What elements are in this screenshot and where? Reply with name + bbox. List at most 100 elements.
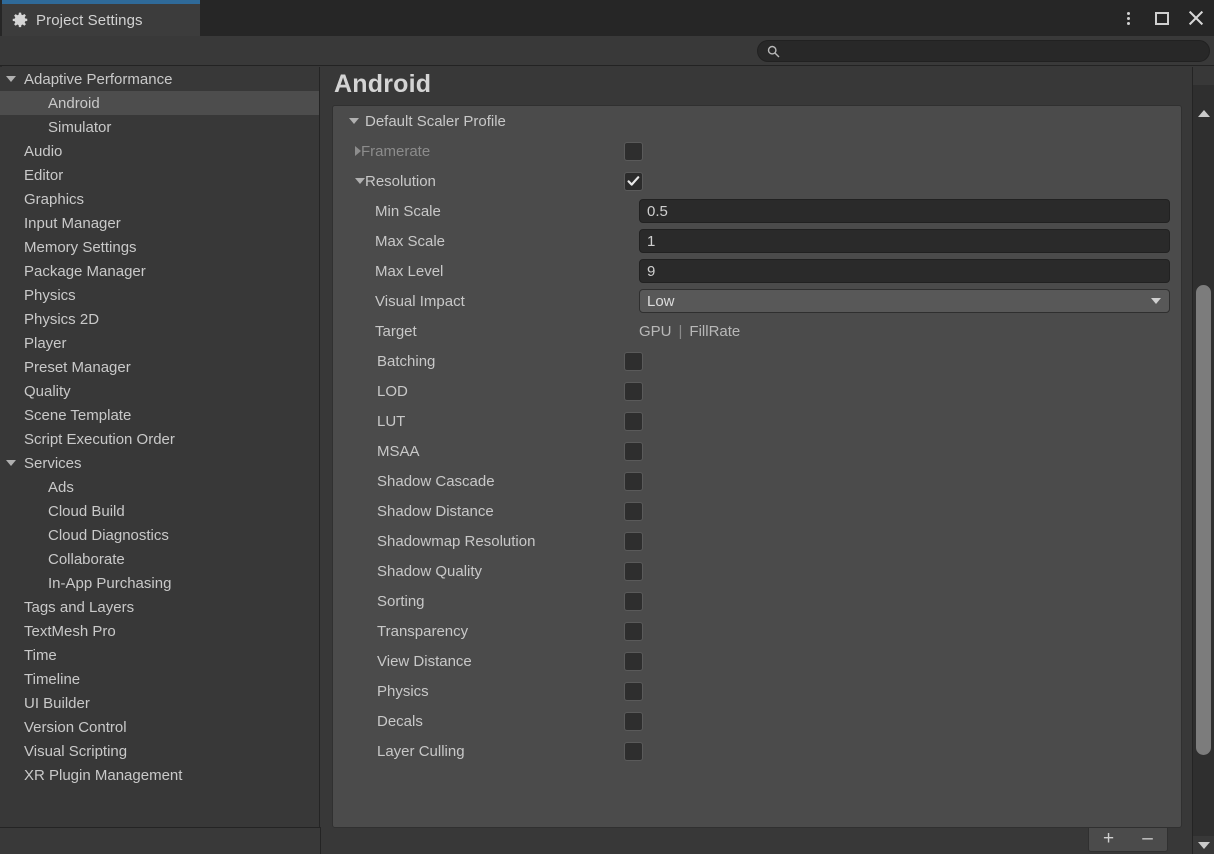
sidebar-item-label: UI Builder	[22, 695, 90, 712]
sidebar-item-collaborate[interactable]: Collaborate	[0, 547, 319, 571]
chevron-down-icon[interactable]	[0, 76, 22, 82]
sidebar-item-physics-2d[interactable]: Physics 2D	[0, 307, 319, 331]
checkbox-cell	[624, 586, 643, 616]
gear-icon	[12, 12, 28, 28]
dropdown-value: Low	[647, 293, 675, 310]
sidebar-item-label: Script Execution Order	[22, 431, 175, 448]
checkbox-cell	[624, 376, 643, 406]
checkbox-shadow-cascade[interactable]	[624, 472, 643, 491]
property-label: Framerate	[361, 143, 430, 160]
sidebar-item-label: Physics 2D	[22, 311, 99, 328]
sidebar-item-quality[interactable]: Quality	[0, 379, 319, 403]
sidebar-item-label: Package Manager	[22, 263, 146, 280]
checkbox-batching[interactable]	[624, 352, 643, 371]
sidebar-item-player[interactable]: Player	[0, 331, 319, 355]
project-settings-window: Project Settings Adaptive PerformanceAnd…	[0, 0, 1214, 854]
property-row-sorting: Sorting	[333, 586, 1181, 616]
sidebar-item-label: Input Manager	[22, 215, 121, 232]
property-row-target: TargetGPU|FillRate	[333, 316, 1181, 346]
checkbox-shadowmap-resolution[interactable]	[624, 532, 643, 551]
checkbox-sorting[interactable]	[624, 592, 643, 611]
sidebar-item-graphics[interactable]: Graphics	[0, 187, 319, 211]
sidebar-item-adaptive-performance[interactable]: Adaptive Performance	[0, 67, 319, 91]
sidebar-item-editor[interactable]: Editor	[0, 163, 319, 187]
settings-tree-sidebar[interactable]: Adaptive PerformanceAndroidSimulatorAudi…	[0, 67, 320, 827]
settings-detail-panel: Android Default Scaler ProfileFramerateR…	[321, 67, 1214, 854]
sidebar-item-label: Player	[22, 335, 67, 352]
sidebar-item-label: Graphics	[22, 191, 84, 208]
remove-button[interactable]: –	[1131, 829, 1165, 851]
sidebar-item-script-execution-order[interactable]: Script Execution Order	[0, 427, 319, 451]
sidebar-item-preset-manager[interactable]: Preset Manager	[0, 355, 319, 379]
input-max-scale[interactable]: 1	[639, 229, 1170, 253]
sidebar-item-memory-settings[interactable]: Memory Settings	[0, 235, 319, 259]
property-row-max-level: Max Level9	[333, 256, 1181, 286]
checkbox-shadow-quality[interactable]	[624, 562, 643, 581]
sidebar-item-label: Cloud Build	[22, 503, 125, 520]
sidebar-item-physics[interactable]: Physics	[0, 283, 319, 307]
property-label: View Distance	[377, 653, 472, 670]
search-input[interactable]	[786, 44, 1186, 58]
sidebar-item-tags-and-layers[interactable]: Tags and Layers	[0, 595, 319, 619]
value-separator: |	[679, 323, 683, 340]
property-row-resolution: Resolution	[333, 166, 1181, 196]
sidebar-item-services[interactable]: Services	[0, 451, 319, 475]
sidebar-item-label: Visual Scripting	[22, 743, 127, 760]
vertical-scrollbar[interactable]	[1192, 67, 1214, 854]
sidebar-item-xr-plugin-management[interactable]: XR Plugin Management	[0, 763, 319, 787]
chevron-down-icon[interactable]	[355, 178, 365, 184]
sidebar-item-scene-template[interactable]: Scene Template	[0, 403, 319, 427]
checkbox-shadow-distance[interactable]	[624, 502, 643, 521]
sidebar-item-android[interactable]: Android	[0, 91, 319, 115]
checkbox-cell	[624, 556, 643, 586]
chevron-down-icon[interactable]	[0, 460, 22, 466]
sidebar-item-in-app-purchasing[interactable]: In-App Purchasing	[0, 571, 319, 595]
sidebar-item-label: Editor	[22, 167, 63, 184]
tab-project-settings[interactable]: Project Settings	[2, 0, 200, 36]
scroll-up-arrow-icon[interactable]	[1196, 105, 1212, 121]
sidebar-item-ads[interactable]: Ads	[0, 475, 319, 499]
checkbox-transparency[interactable]	[624, 622, 643, 641]
sidebar-item-audio[interactable]: Audio	[0, 139, 319, 163]
sidebar-item-input-manager[interactable]: Input Manager	[0, 211, 319, 235]
input-max-level[interactable]: 9	[639, 259, 1170, 283]
maximize-icon[interactable]	[1152, 8, 1172, 28]
checkbox-physics[interactable]	[624, 682, 643, 701]
chevron-down-icon[interactable]	[343, 118, 365, 124]
property-label: Batching	[377, 353, 435, 370]
sidebar-item-simulator[interactable]: Simulator	[0, 115, 319, 139]
chevron-down-icon	[1151, 298, 1161, 304]
scrollbar-thumb[interactable]	[1196, 285, 1211, 755]
sidebar-item-ui-builder[interactable]: UI Builder	[0, 691, 319, 715]
scroll-down-arrow-icon[interactable]	[1196, 837, 1212, 853]
add-button[interactable]: +	[1092, 829, 1126, 851]
checkbox-framerate[interactable]	[624, 142, 643, 161]
checkbox-layer-culling[interactable]	[624, 742, 643, 761]
sidebar-item-textmesh-pro[interactable]: TextMesh Pro	[0, 619, 319, 643]
property-label: Default Scaler Profile	[365, 113, 506, 130]
sidebar-item-timeline[interactable]: Timeline	[0, 667, 319, 691]
sidebar-item-package-manager[interactable]: Package Manager	[0, 259, 319, 283]
property-row-default-scaler-profile: Default Scaler Profile	[333, 106, 1181, 136]
kebab-menu-icon[interactable]	[1118, 8, 1138, 28]
checkbox-lod[interactable]	[624, 382, 643, 401]
search-box[interactable]	[757, 40, 1210, 62]
checkbox-lut[interactable]	[624, 412, 643, 431]
input-min-scale[interactable]: 0.5	[639, 199, 1170, 223]
sidebar-item-label: TextMesh Pro	[22, 623, 116, 640]
sidebar-item-cloud-build[interactable]: Cloud Build	[0, 499, 319, 523]
dropdown-visual-impact[interactable]: Low	[639, 289, 1170, 313]
inspector-body: Default Scaler Profile Framerate Resolutio…	[332, 105, 1182, 828]
sidebar-item-time[interactable]: Time	[0, 643, 319, 667]
checkbox-msaa[interactable]	[624, 442, 643, 461]
sidebar-item-label: XR Plugin Management	[22, 767, 182, 784]
close-icon[interactable]	[1186, 8, 1206, 28]
checkbox-view-distance[interactable]	[624, 652, 643, 671]
property-row-shadow-cascade: Shadow Cascade	[333, 466, 1181, 496]
checkbox-resolution[interactable]	[624, 172, 643, 191]
checkbox-decals[interactable]	[624, 712, 643, 731]
sidebar-item-cloud-diagnostics[interactable]: Cloud Diagnostics	[0, 523, 319, 547]
sidebar-item-visual-scripting[interactable]: Visual Scripting	[0, 739, 319, 763]
sidebar-item-label: Quality	[22, 383, 71, 400]
sidebar-item-version-control[interactable]: Version Control	[0, 715, 319, 739]
